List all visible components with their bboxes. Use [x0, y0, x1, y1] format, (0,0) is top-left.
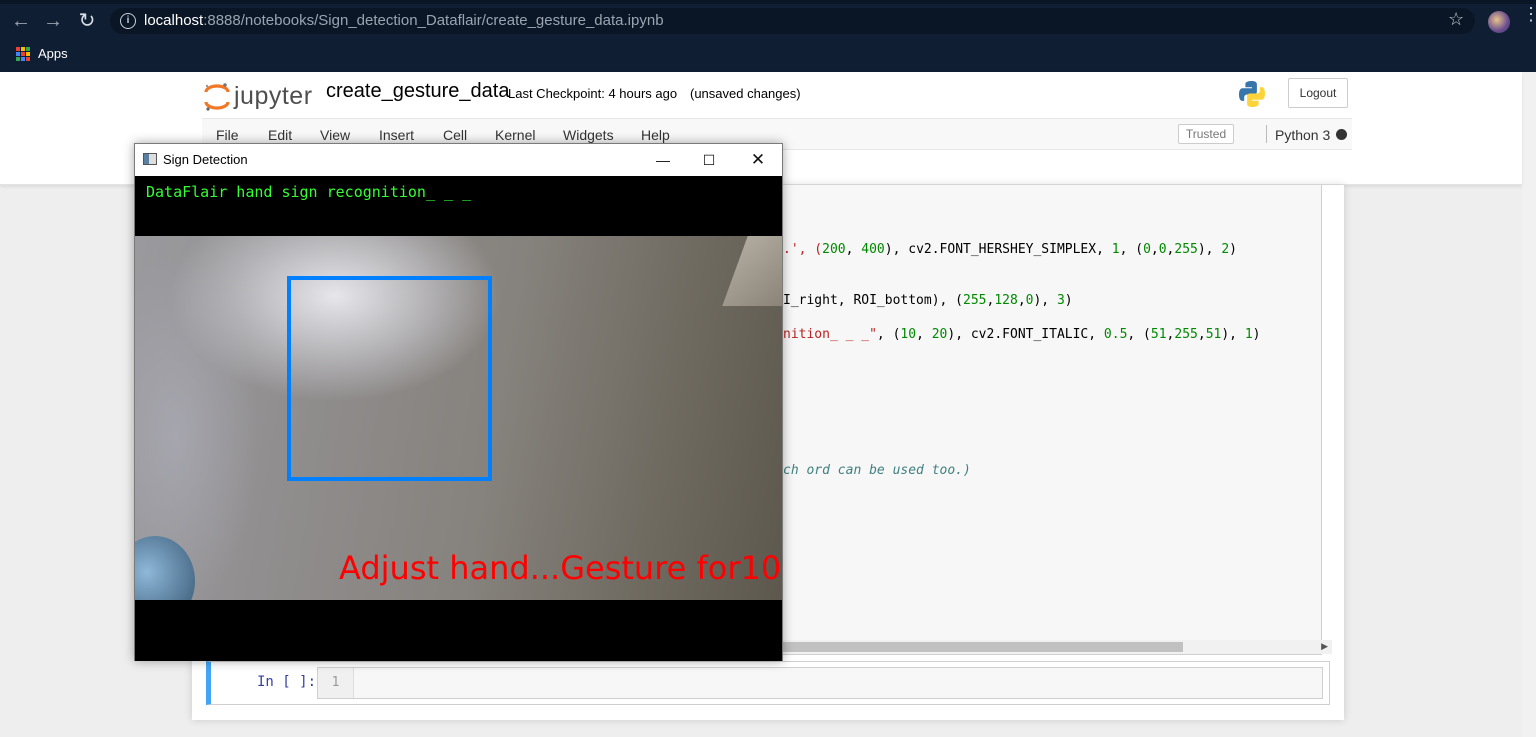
unsaved-status: (unsaved changes) — [690, 86, 801, 101]
info-icon[interactable]: i — [120, 13, 136, 29]
browser-toolbar: ← → ↻ i localhost:8888/notebooks/Sign_de… — [0, 0, 1536, 72]
menu-file[interactable]: File — [216, 127, 239, 143]
reload-icon[interactable]: ↻ — [74, 8, 100, 34]
minimize-icon[interactable]: — — [640, 148, 686, 172]
kernel-status-icon — [1336, 129, 1347, 140]
code-comment: ch ord can be used too.) — [783, 463, 971, 478]
menu-kernel[interactable]: Kernel — [495, 127, 535, 143]
bookmarks-bar: Apps — [0, 40, 1536, 70]
jupyter-logo[interactable]: jupyter — [204, 80, 314, 114]
code-line: nition_ _ _", (10, 20), cv2.FONT_ITALIC,… — [783, 327, 1261, 342]
page-scrollbar[interactable] — [1522, 72, 1536, 737]
python-logo-icon — [1239, 81, 1265, 107]
jupyter-logo-text: jupyter — [234, 82, 313, 110]
empty-code-cell[interactable]: In [ ]: 1 — [206, 661, 1330, 705]
jupyter-logo-icon — [204, 83, 230, 111]
forward-icon[interactable]: → — [40, 8, 66, 34]
code-horizontal-scrollbar[interactable]: ▶ — [783, 640, 1332, 654]
logout-button[interactable]: Logout — [1288, 78, 1348, 108]
back-icon[interactable]: ← — [8, 8, 34, 34]
trusted-indicator[interactable]: Trusted — [1178, 124, 1234, 144]
apps-grid-icon[interactable] — [16, 47, 30, 61]
line-number: 1 — [318, 668, 354, 698]
kernel-name: Python 3 — [1275, 127, 1331, 143]
address-row: ← → ↻ i localhost:8888/notebooks/Sign_de… — [0, 4, 1536, 38]
menu-view[interactable]: View — [320, 127, 350, 143]
roi-box — [287, 276, 492, 481]
bookmark-star-icon[interactable]: ☆ — [1448, 9, 1464, 30]
camera-frame: DataFlair hand sign recognition_ _ _ Adj… — [135, 176, 782, 661]
hand-edge — [135, 536, 195, 600]
browser-menu-icon[interactable]: ⋮ — [1522, 5, 1536, 23]
profile-avatar[interactable] — [1488, 11, 1510, 33]
url-path: :8888/notebooks/Sign_detection_Dataflair… — [203, 12, 664, 29]
background-object — [722, 236, 782, 306]
url-host: localhost — [144, 12, 204, 29]
menu-widgets[interactable]: Widgets — [563, 127, 614, 143]
code-line: I_right, ROI_bottom), (255,128,0), 3) — [783, 293, 1073, 308]
menu-cell[interactable]: Cell — [443, 127, 467, 143]
maximize-icon[interactable]: ☐ — [686, 148, 732, 172]
notebook-title[interactable]: create_gesture_data — [326, 80, 509, 103]
menu-insert[interactable]: Insert — [379, 127, 414, 143]
checkpoint-status: Last Checkpoint: 4 hours ago — [508, 86, 678, 101]
kernel-separator — [1266, 125, 1267, 143]
apps-bookmark[interactable]: Apps — [38, 46, 68, 61]
scrollbar-thumb[interactable] — [783, 642, 1183, 652]
window-title: Sign Detection — [163, 152, 248, 167]
code-line: .', (200, 400), cv2.FONT_HERSHEY_SIMPLEX… — [783, 242, 1237, 257]
close-icon[interactable]: ✕ — [735, 148, 781, 172]
camera-feed: Adjust hand...Gesture for10 — [135, 236, 782, 600]
cell-input[interactable]: 1 — [317, 667, 1323, 699]
window-app-icon — [143, 153, 157, 165]
url-text: localhost:8888/notebooks/Sign_detection_… — [144, 12, 664, 29]
cell-prompt: In [ ]: — [257, 674, 317, 690]
recognition-header-text: DataFlair hand sign recognition_ _ _ — [146, 183, 472, 201]
scroll-right-arrow-icon[interactable]: ▶ — [1321, 641, 1328, 652]
menu-help[interactable]: Help — [641, 127, 670, 143]
menu-edit[interactable]: Edit — [268, 127, 292, 143]
gesture-instruction-text: Adjust hand...Gesture for10 — [339, 549, 782, 587]
address-bar[interactable]: i localhost:8888/notebooks/Sign_detectio… — [110, 8, 1475, 34]
sign-detection-window[interactable]: Sign Detection — ☐ ✕ DataFlair hand sign… — [134, 143, 783, 661]
window-titlebar[interactable]: Sign Detection — ☐ ✕ — [135, 144, 782, 176]
